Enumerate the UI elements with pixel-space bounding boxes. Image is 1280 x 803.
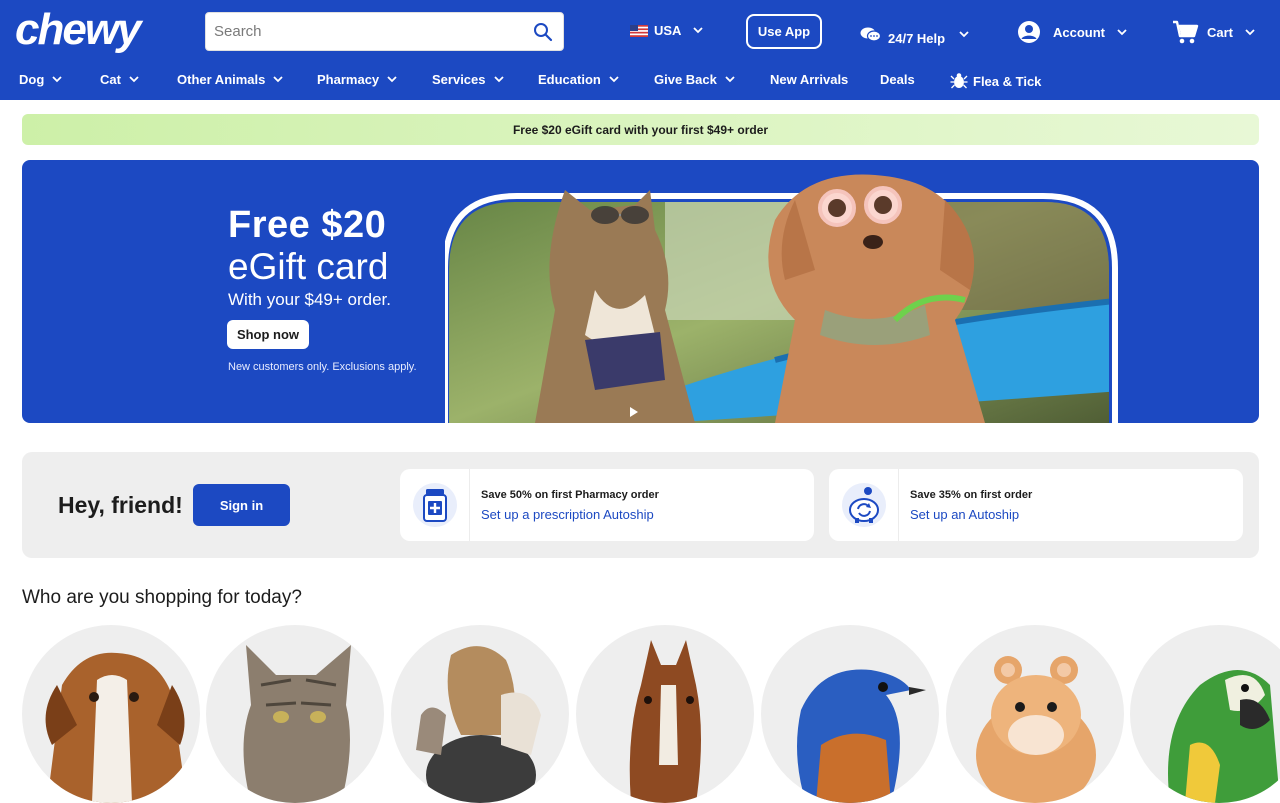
account-menu[interactable]: Account [1017,20,1127,44]
greeting: Hey, friend! [58,492,183,518]
pet-circle-dog[interactable] [22,625,200,803]
chevron-down-icon [129,76,139,83]
chevron-down-icon [52,76,62,83]
pharmacy-bottle-icon [412,483,457,527]
pet-circle-person-with-pet[interactable] [391,625,569,803]
flea-icon [950,73,968,89]
cart-menu[interactable]: Cart [1171,18,1255,46]
pet-circle-horse[interactable] [576,625,754,803]
chat-bubbles-icon [860,27,882,42]
autoship-piggy-icon [841,483,886,527]
cart-label: Cart [1207,24,1234,40]
chevron-down-icon [1117,28,1127,35]
cart-icon [1173,20,1199,44]
account-label: Account [1053,24,1105,40]
hero-banner[interactable]: Free $20 eGift card With your $49+ order… [22,160,1259,423]
chewy-logo[interactable]: chewy [15,6,155,56]
chevron-down-icon [1245,28,1255,35]
hero-note: New customers only. Exclusions apply. [228,361,417,373]
pet-circle-hamster[interactable] [946,625,1124,803]
autoship-offer-title: Save 35% on first order [910,489,1033,501]
signin-panel: Hey, friend! Sign in Save 50% on first P… [22,452,1259,558]
promo-strip-text: Free $20 eGift card with your first $49+… [512,122,769,137]
pet-circle-parrot[interactable] [1130,625,1280,803]
chevron-down-icon [725,76,735,83]
chevron-down-icon [959,31,969,38]
help-label: 24/7 Help [888,31,946,46]
country-label: USA [654,23,682,38]
search-bar [205,12,564,51]
nav-item-other-animals[interactable]: Other Animals [177,72,284,87]
account-icon [1018,21,1040,43]
nav-item-give-back[interactable]: Give Back [654,72,735,87]
bird-photo [797,669,926,803]
help-menu[interactable]: 24/7 Help [860,23,969,46]
chevron-down-icon [609,76,619,83]
autoship-offer-card[interactable]: Save 35% on first order Set up an Autosh… [829,469,1243,541]
pet-circle-cat[interactable] [206,625,384,803]
hero-line: With your $49+ order. [228,290,392,309]
horse-photo [629,640,701,803]
pharmacy-offer-title: Save 50% on first Pharmacy order [481,489,659,501]
shop-now-button[interactable]: Shop now [227,320,309,349]
hero-subtitle: eGift card [228,246,389,287]
parrot-photo [1168,670,1280,803]
top-header: chewy USA Use App 24/7 Help [0,0,1280,100]
search-icon[interactable] [533,22,553,42]
us-flag-icon [630,24,648,37]
nav-item-education[interactable]: Education [538,72,619,87]
pharmacy-autoship-link[interactable]: Set up a prescription Autoship [481,507,654,522]
chevron-down-icon [493,76,504,83]
hero-image-cat-and-dog [445,174,1118,423]
nav-item-pharmacy[interactable]: Pharmacy [317,72,397,87]
hero-title: Free $20 [228,204,387,246]
chevron-down-icon [273,76,284,83]
nav-item-cat[interactable]: Cat [100,72,139,87]
nav-item-flea-tick[interactable]: Flea & Tick [950,72,1041,90]
chevron-down-icon [693,27,704,34]
person-with-pet-photo [416,646,541,803]
nav-item-new-arrivals[interactable]: New Arrivals [770,72,848,87]
sign-in-button[interactable]: Sign in [193,484,290,526]
country-selector[interactable]: USA [630,23,704,38]
dog-figure [768,174,985,423]
svg-text:chewy: chewy [15,6,144,54]
promo-strip[interactable]: Free $20 eGift card with your first $49+… [22,114,1259,145]
pet-circle-bird[interactable] [761,625,939,803]
use-app-button[interactable]: Use App [746,14,822,49]
chevron-down-icon [387,76,397,83]
nav-item-services[interactable]: Services [432,72,504,87]
autoship-link[interactable]: Set up an Autoship [910,507,1019,522]
hamster-photo [976,656,1096,803]
search-input[interactable] [206,13,516,50]
pharmacy-offer-card[interactable]: Save 50% on first Pharmacy order Set up … [400,469,814,541]
nav-item-dog[interactable]: Dog [19,72,62,87]
nav-item-deals[interactable]: Deals [880,72,915,87]
category-nav: Dog Cat Other Animals Pharmacy Services … [0,66,1280,96]
dog-photo [45,652,187,803]
cat-photo [243,645,351,803]
shopping-heading: Who are you shopping for today? [22,587,302,608]
